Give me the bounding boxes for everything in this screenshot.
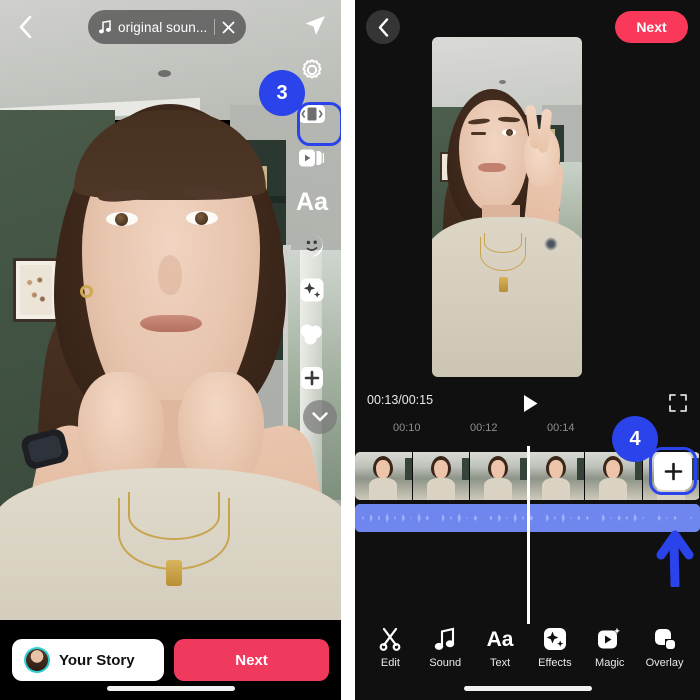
text-aa-icon: Aa [486, 627, 514, 651]
chevron-left-icon [378, 17, 388, 37]
avatar [24, 647, 50, 673]
plus-icon [301, 367, 323, 389]
next-label: Next [235, 651, 268, 669]
sound-pill-label: original soun... [118, 19, 208, 35]
sticker-face-icon [306, 234, 323, 257]
transport-row: 00:13/00:15 [355, 390, 700, 418]
camera-top-bar: original soun... [0, 0, 341, 54]
instagram-story-camera-panel: original soun... Aa 3 Your Story Next [0, 0, 341, 700]
sparkle-icon [300, 278, 324, 302]
sidebar-item-text[interactable]: Aa [291, 180, 333, 224]
next-label: Next [636, 19, 667, 35]
ruler-tick: 00:10 [393, 422, 421, 434]
fullscreen-icon [669, 394, 687, 412]
chevron-down-icon [312, 412, 328, 422]
scissors-icon [377, 626, 403, 652]
tab-label: Edit [380, 657, 400, 669]
your-story-label: Your Story [59, 651, 135, 669]
tab-overlay[interactable]: Overlay [639, 626, 691, 669]
collapse-rail-button[interactable] [303, 400, 337, 434]
home-indicator [106, 686, 235, 691]
step-badge-4: 4 [612, 416, 658, 462]
filters-circles-icon [300, 324, 322, 345]
tab-effects[interactable]: Effects [529, 626, 581, 669]
tab-edit[interactable]: Edit [364, 626, 416, 669]
tab-label: Effects [538, 657, 572, 669]
sidebar-item-add[interactable] [291, 356, 333, 400]
next-button[interactable]: Next [174, 639, 329, 681]
sidebar-item-effects[interactable] [291, 268, 333, 312]
tiktok-editor-panel: Next 00:13/00:15 00:10 00:12 00:14 4 Edi… [355, 0, 700, 700]
play-icon [523, 394, 537, 412]
gear-icon [302, 59, 322, 79]
ruler-tick: 00:12 [470, 422, 498, 434]
panel-divider [341, 0, 355, 700]
timeline-frame[interactable] [412, 452, 470, 500]
cards-play-icon [299, 149, 324, 167]
chevron-left-icon [19, 16, 31, 38]
magic-play-icon [597, 626, 623, 652]
arrow-up-icon [656, 530, 694, 587]
tab-label: Overlay [645, 657, 684, 669]
timeline-frame[interactable] [527, 452, 585, 500]
send-button[interactable] [297, 8, 333, 44]
music-note-icon [432, 626, 458, 652]
send-icon [305, 16, 325, 35]
step-badge-3: 3 [259, 70, 305, 116]
sparkle-square-icon [542, 626, 568, 652]
pill-divider [214, 19, 216, 35]
tab-label: Magic [595, 657, 625, 669]
timeline-frame[interactable] [355, 452, 413, 500]
sidebar-item-stickers[interactable] [291, 224, 333, 268]
ruler-tick: 00:14 [547, 422, 575, 434]
tab-sound[interactable]: Sound [419, 626, 471, 669]
fullscreen-button[interactable] [668, 393, 688, 413]
plus-icon [664, 462, 682, 480]
close-icon[interactable] [222, 21, 235, 34]
back-button[interactable] [366, 10, 400, 44]
sidebar-item-filters[interactable] [291, 312, 333, 356]
home-indicator [463, 686, 592, 691]
layout-button-highlight [297, 102, 341, 146]
playhead[interactable] [527, 446, 530, 624]
music-note-icon [99, 20, 111, 34]
tab-magic[interactable]: Magic [584, 626, 636, 669]
timeline-frame[interactable] [470, 452, 528, 500]
tab-label: Sound [429, 657, 462, 669]
video-preview[interactable] [432, 37, 582, 377]
time-readout: 00:13/00:15 [367, 393, 434, 407]
tab-label: Text [489, 657, 511, 669]
screenshot-root: original soun... Aa 3 Your Story Next Ne… [0, 0, 700, 700]
add-clip-button[interactable] [654, 452, 692, 490]
play-button[interactable] [518, 391, 542, 415]
tab-text[interactable]: Aa Text [474, 626, 526, 670]
text-aa-icon: Aa [296, 187, 328, 216]
overlay-squares-icon [652, 626, 678, 652]
editor-top-bar: Next [355, 0, 700, 54]
your-story-button[interactable]: Your Story [12, 639, 164, 681]
sound-pill[interactable]: original soun... [88, 10, 247, 44]
back-button[interactable] [8, 10, 42, 44]
next-button[interactable]: Next [615, 11, 688, 43]
